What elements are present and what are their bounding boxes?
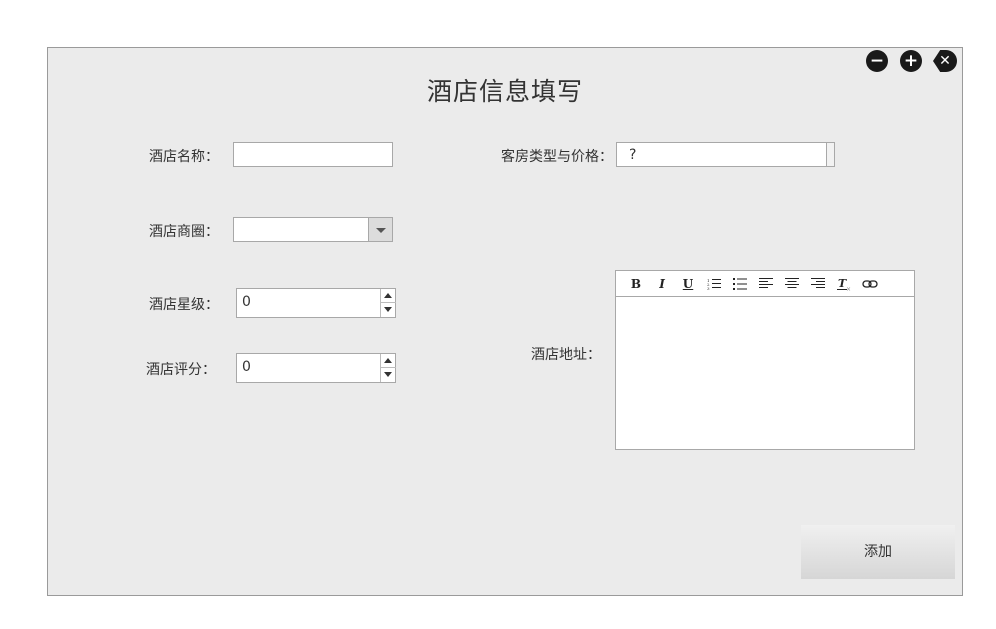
- italic-button[interactable]: I: [650, 274, 674, 294]
- address-label: 酒店地址：: [531, 347, 601, 363]
- clear-format-icon[interactable]: T ×: [832, 274, 856, 294]
- rating-label: 酒店评分：: [146, 362, 216, 378]
- link-icon[interactable]: [858, 274, 882, 294]
- align-right-icon[interactable]: [806, 274, 830, 294]
- svg-text:×: ×: [846, 286, 851, 291]
- business-district-label: 酒店商圈：: [149, 224, 219, 240]
- hotel-name-input[interactable]: [233, 142, 393, 167]
- underline-button[interactable]: U: [676, 274, 700, 294]
- address-text-area[interactable]: [616, 297, 914, 450]
- star-decrement-icon[interactable]: [381, 303, 396, 317]
- star-spin-buttons: [380, 289, 396, 317]
- star-spinner[interactable]: 0: [236, 288, 396, 318]
- rating-value: 0: [242, 359, 251, 375]
- bold-button[interactable]: B: [624, 274, 648, 294]
- align-left-icon[interactable]: [754, 274, 778, 294]
- close-button[interactable]: ✕: [933, 50, 957, 72]
- rating-increment-icon[interactable]: [381, 354, 396, 368]
- room-type-field[interactable]: ?: [616, 142, 835, 167]
- room-type-scroll[interactable]: [826, 143, 834, 166]
- align-center-icon[interactable]: [780, 274, 804, 294]
- hotel-name-label: 酒店名称：: [149, 149, 219, 165]
- rating-spin-buttons: [380, 354, 396, 382]
- star-label: 酒店星级：: [149, 297, 219, 313]
- add-button[interactable]: 添加: [801, 525, 955, 579]
- window-title: 酒店信息填写: [426, 77, 583, 106]
- rating-spinner[interactable]: 0: [236, 353, 396, 383]
- bullet-list-icon[interactable]: [728, 274, 752, 294]
- star-value: 0: [242, 294, 251, 310]
- business-district-select[interactable]: [233, 217, 393, 242]
- address-editor: B I U 123 T ×: [615, 270, 915, 450]
- room-type-value: ?: [629, 147, 637, 163]
- star-increment-icon[interactable]: [381, 289, 396, 303]
- room-type-label: 客房类型与价格：: [501, 149, 613, 165]
- editor-toolbar: B I U 123 T ×: [616, 271, 914, 297]
- hotel-info-window: 酒店信息填写 − + ✕ 酒店名称： 客房类型与价格： ? 酒店商圈： 酒店星级…: [47, 47, 963, 596]
- chevron-down-icon[interactable]: [368, 218, 392, 241]
- maximize-button[interactable]: +: [900, 50, 922, 72]
- minimize-button[interactable]: −: [866, 50, 888, 72]
- rating-decrement-icon[interactable]: [381, 368, 396, 382]
- ordered-list-icon[interactable]: 123: [702, 274, 726, 294]
- svg-text:3: 3: [707, 286, 710, 290]
